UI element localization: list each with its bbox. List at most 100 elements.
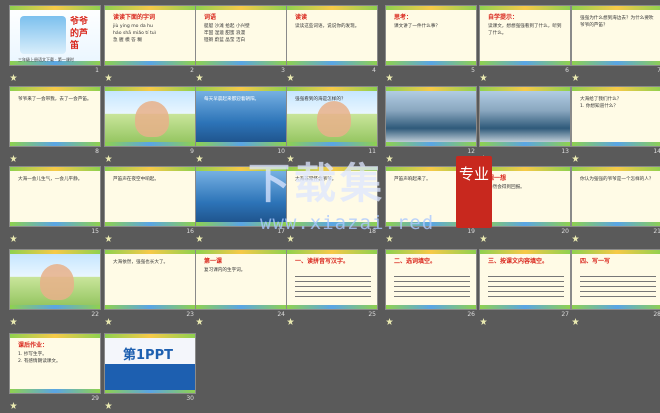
- slide-border-bottom: [572, 142, 660, 146]
- slide-text: 复习课内的生字词。: [204, 268, 246, 273]
- slide-thumbnail[interactable]: 大海一会儿生气，一会儿平静。: [9, 166, 101, 227]
- slide-slot[interactable]: 想一想 仍然会得到回报。 20: [479, 166, 571, 242]
- slide-thumbnail[interactable]: 每天早晨起来都迎着朝阳。: [195, 86, 287, 147]
- slide-thumbnail[interactable]: 三、按课文内容填空。: [479, 249, 571, 310]
- slide-number: 1: [95, 67, 99, 74]
- slide-border-top: [386, 87, 476, 91]
- slide-border-top: [105, 334, 195, 338]
- slide-number: 23: [186, 311, 194, 318]
- answer-line: [295, 276, 371, 277]
- slide-thumbnail[interactable]: 课后作业： 1. 抄写生字。 2. 有感情朗读课文。: [9, 333, 101, 394]
- slide-slot[interactable]: 大海依然，强强也长大了。 23: [104, 249, 196, 325]
- slide-slot[interactable]: 一、读拼音写汉字。 25: [286, 249, 378, 325]
- slide-thumbnail[interactable]: 大海给了我们什么？ 1. 你想知道什么？: [571, 86, 660, 147]
- animation-star-icon: [386, 310, 393, 325]
- slide-text: 大海一会儿生气，一会儿平静。: [18, 177, 83, 182]
- slide-slot[interactable]: 大海一会儿生气，一会儿平静。 15: [9, 166, 101, 242]
- slide-thumbnail[interactable]: 大海依然，强强也长大了。: [104, 249, 196, 310]
- slide-slot[interactable]: 第1PPT 30: [104, 333, 196, 409]
- slide-thumbnail[interactable]: 一、读拼音写汉字。: [286, 249, 378, 310]
- slide-thumbnail[interactable]: 二、选词填空。: [385, 249, 477, 310]
- slide-thumbnail[interactable]: 自学提示： 读课文，想想强强看到了什么，听到了什么。: [479, 5, 571, 66]
- animation-star-icon: [386, 66, 393, 81]
- slide-border-bottom: [572, 222, 660, 226]
- slide-slot[interactable]: 课后作业： 1. 抄写生字。 2. 有感情朗读课文。 29: [9, 333, 101, 409]
- slide-thumbnail[interactable]: 思考： 课文讲了一件什么事？: [385, 5, 477, 66]
- slide-slot[interactable]: 词语 艇艇 沙滩 拾起 小兴壁 牢固 湿漉 甜蜜 浪漫 铿锵 蔚蓝 晶莹 洁白 3: [195, 5, 287, 81]
- slide-slot[interactable]: 爷爷的芦笛 三年级上册语文下载 · 第一课时 1: [9, 5, 101, 81]
- slide-slot[interactable]: 爷爷来了一会带我，去了一会芦笛。 8: [9, 86, 101, 162]
- slide-border-bottom: [480, 222, 570, 226]
- slide-thumbnail[interactable]: 读读下面的字词 jiù ying mo da hu háo shā miǎo tí…: [104, 5, 196, 66]
- slide-thumbnail[interactable]: [195, 166, 287, 227]
- slide-border-bottom: [196, 61, 286, 65]
- slide-slot[interactable]: 你认为强强的爷爷是一个怎样的人？ 21: [571, 166, 660, 242]
- slide-thumbnail[interactable]: 芦笛声响起来了。: [385, 166, 477, 227]
- slide-slot[interactable]: 芦笛声响起来了。 19: [385, 166, 477, 242]
- slide-border-bottom: [480, 305, 570, 309]
- slide-thumbnail[interactable]: 大海非常怀念爷爷。: [286, 166, 378, 227]
- animation-star-icon: [105, 66, 112, 81]
- slide-thumbnail[interactable]: 第一课 复习课内的生字词。: [195, 249, 287, 310]
- slide-slot[interactable]: 大海给了我们什么？ 1. 你想知道什么？ 14: [571, 86, 660, 162]
- animation-star-icon: [10, 227, 17, 242]
- answer-line: [394, 291, 470, 292]
- brand-logo: 第1PPT: [123, 348, 173, 363]
- animation-star-icon: [287, 310, 294, 325]
- answer-lines: [580, 272, 656, 301]
- slide-slot[interactable]: 13: [479, 86, 571, 162]
- slide-thumbnail[interactable]: 第1PPT: [104, 333, 196, 394]
- slide-slot[interactable]: 读读 读读这些词语，说说你的发现。 4: [286, 5, 378, 81]
- slide-text: 爷爷来了一会带我，去了一会芦笛。: [18, 97, 92, 102]
- answer-line: [394, 286, 470, 287]
- slide-border-bottom: [386, 305, 476, 309]
- slide-slot[interactable]: 9: [104, 86, 196, 162]
- slide-slot[interactable]: 强强看到的海是怎样的？ 11: [286, 86, 378, 162]
- slide-thumbnail[interactable]: 词语 艇艇 沙滩 拾起 小兴壁 牢固 湿漉 甜蜜 浪漫 铿锵 蔚蓝 晶莹 洁白: [195, 5, 287, 66]
- animation-star-icon: [105, 394, 112, 409]
- slide-thumbnail[interactable]: [104, 86, 196, 147]
- slide-text: 1. 抄写生字。 2. 有感情朗读课文。: [18, 352, 61, 364]
- slide-slot[interactable]: 强强为什么想到海边去？为什么要吹爷爷的芦笛？ 7: [571, 5, 660, 81]
- slide-number: 13: [561, 148, 569, 155]
- slide-border-top: [480, 6, 570, 10]
- slide-text: 大海给了我们什么？ 1. 你想知道什么？: [580, 97, 622, 109]
- slide-thumbnail[interactable]: 想一想 仍然会得到回报。: [479, 166, 571, 227]
- slide-slot[interactable]: 22: [9, 249, 101, 325]
- slide-thumbnail[interactable]: [479, 86, 571, 147]
- animation-star-icon: [287, 66, 294, 81]
- slide-slot[interactable]: 自学提示： 读课文，想想强强看到了什么，听到了什么。 6: [479, 5, 571, 81]
- slide-slot[interactable]: 17: [195, 166, 287, 242]
- illustration: [135, 101, 169, 137]
- slide-slot[interactable]: 四、写一写 28: [571, 249, 660, 325]
- slide-thumbnail[interactable]: 四、写一写: [571, 249, 660, 310]
- slide-slot[interactable]: 12: [385, 86, 477, 162]
- slide-thumbnail[interactable]: [385, 86, 477, 147]
- slide-thumbnail[interactable]: 爷爷来了一会带我，去了一会芦笛。: [9, 86, 101, 147]
- slide-thumbnail[interactable]: 爷爷的芦笛 三年级上册语文下载 · 第一课时: [9, 5, 101, 66]
- slide-thumbnail[interactable]: 读读 读读这些词语，说说你的发现。: [286, 5, 378, 66]
- slide-slot[interactable]: 三、按课文内容填空。 27: [479, 249, 571, 325]
- slide-slot[interactable]: 每天早晨起来都迎着朝阳。 10: [195, 86, 287, 162]
- slide-text: 大海依然，强强也长大了。: [113, 260, 169, 265]
- answer-line: [488, 286, 564, 287]
- slide-slot[interactable]: 芦笛声在夜空中响起。 16: [104, 166, 196, 242]
- slide-thumbnail[interactable]: 你认为强强的爷爷是一个怎样的人？: [571, 166, 660, 227]
- slide-slot[interactable]: 大海非常怀念爷爷。 18: [286, 166, 378, 242]
- slide-border-top: [480, 87, 570, 91]
- slide-thumbnail[interactable]: 芦笛声在夜空中响起。: [104, 166, 196, 227]
- slide-thumbnail[interactable]: 强强为什么想到海边去？为什么要吹爷爷的芦笛？: [571, 5, 660, 66]
- slide-slot[interactable]: 思考： 课文讲了一件什么事？ 5: [385, 5, 477, 81]
- slide-border-bottom: [105, 142, 195, 146]
- answer-line: [488, 291, 564, 292]
- slide-border-bottom: [287, 222, 377, 226]
- slide-thumbnail[interactable]: [9, 249, 101, 310]
- slide-slot[interactable]: 二、选词填空。 26: [385, 249, 477, 325]
- answer-line: [394, 281, 470, 282]
- slide-number: 17: [277, 228, 285, 235]
- answer-line: [580, 291, 656, 292]
- slide-slot[interactable]: 第一课 复习课内的生字词。 24: [195, 249, 287, 325]
- slide-border-top: [572, 6, 660, 10]
- slide-slot[interactable]: 读读下面的字词 jiù ying mo da hu háo shā miǎo tí…: [104, 5, 196, 81]
- slide-thumbnail[interactable]: 强强看到的海是怎样的？: [286, 86, 378, 147]
